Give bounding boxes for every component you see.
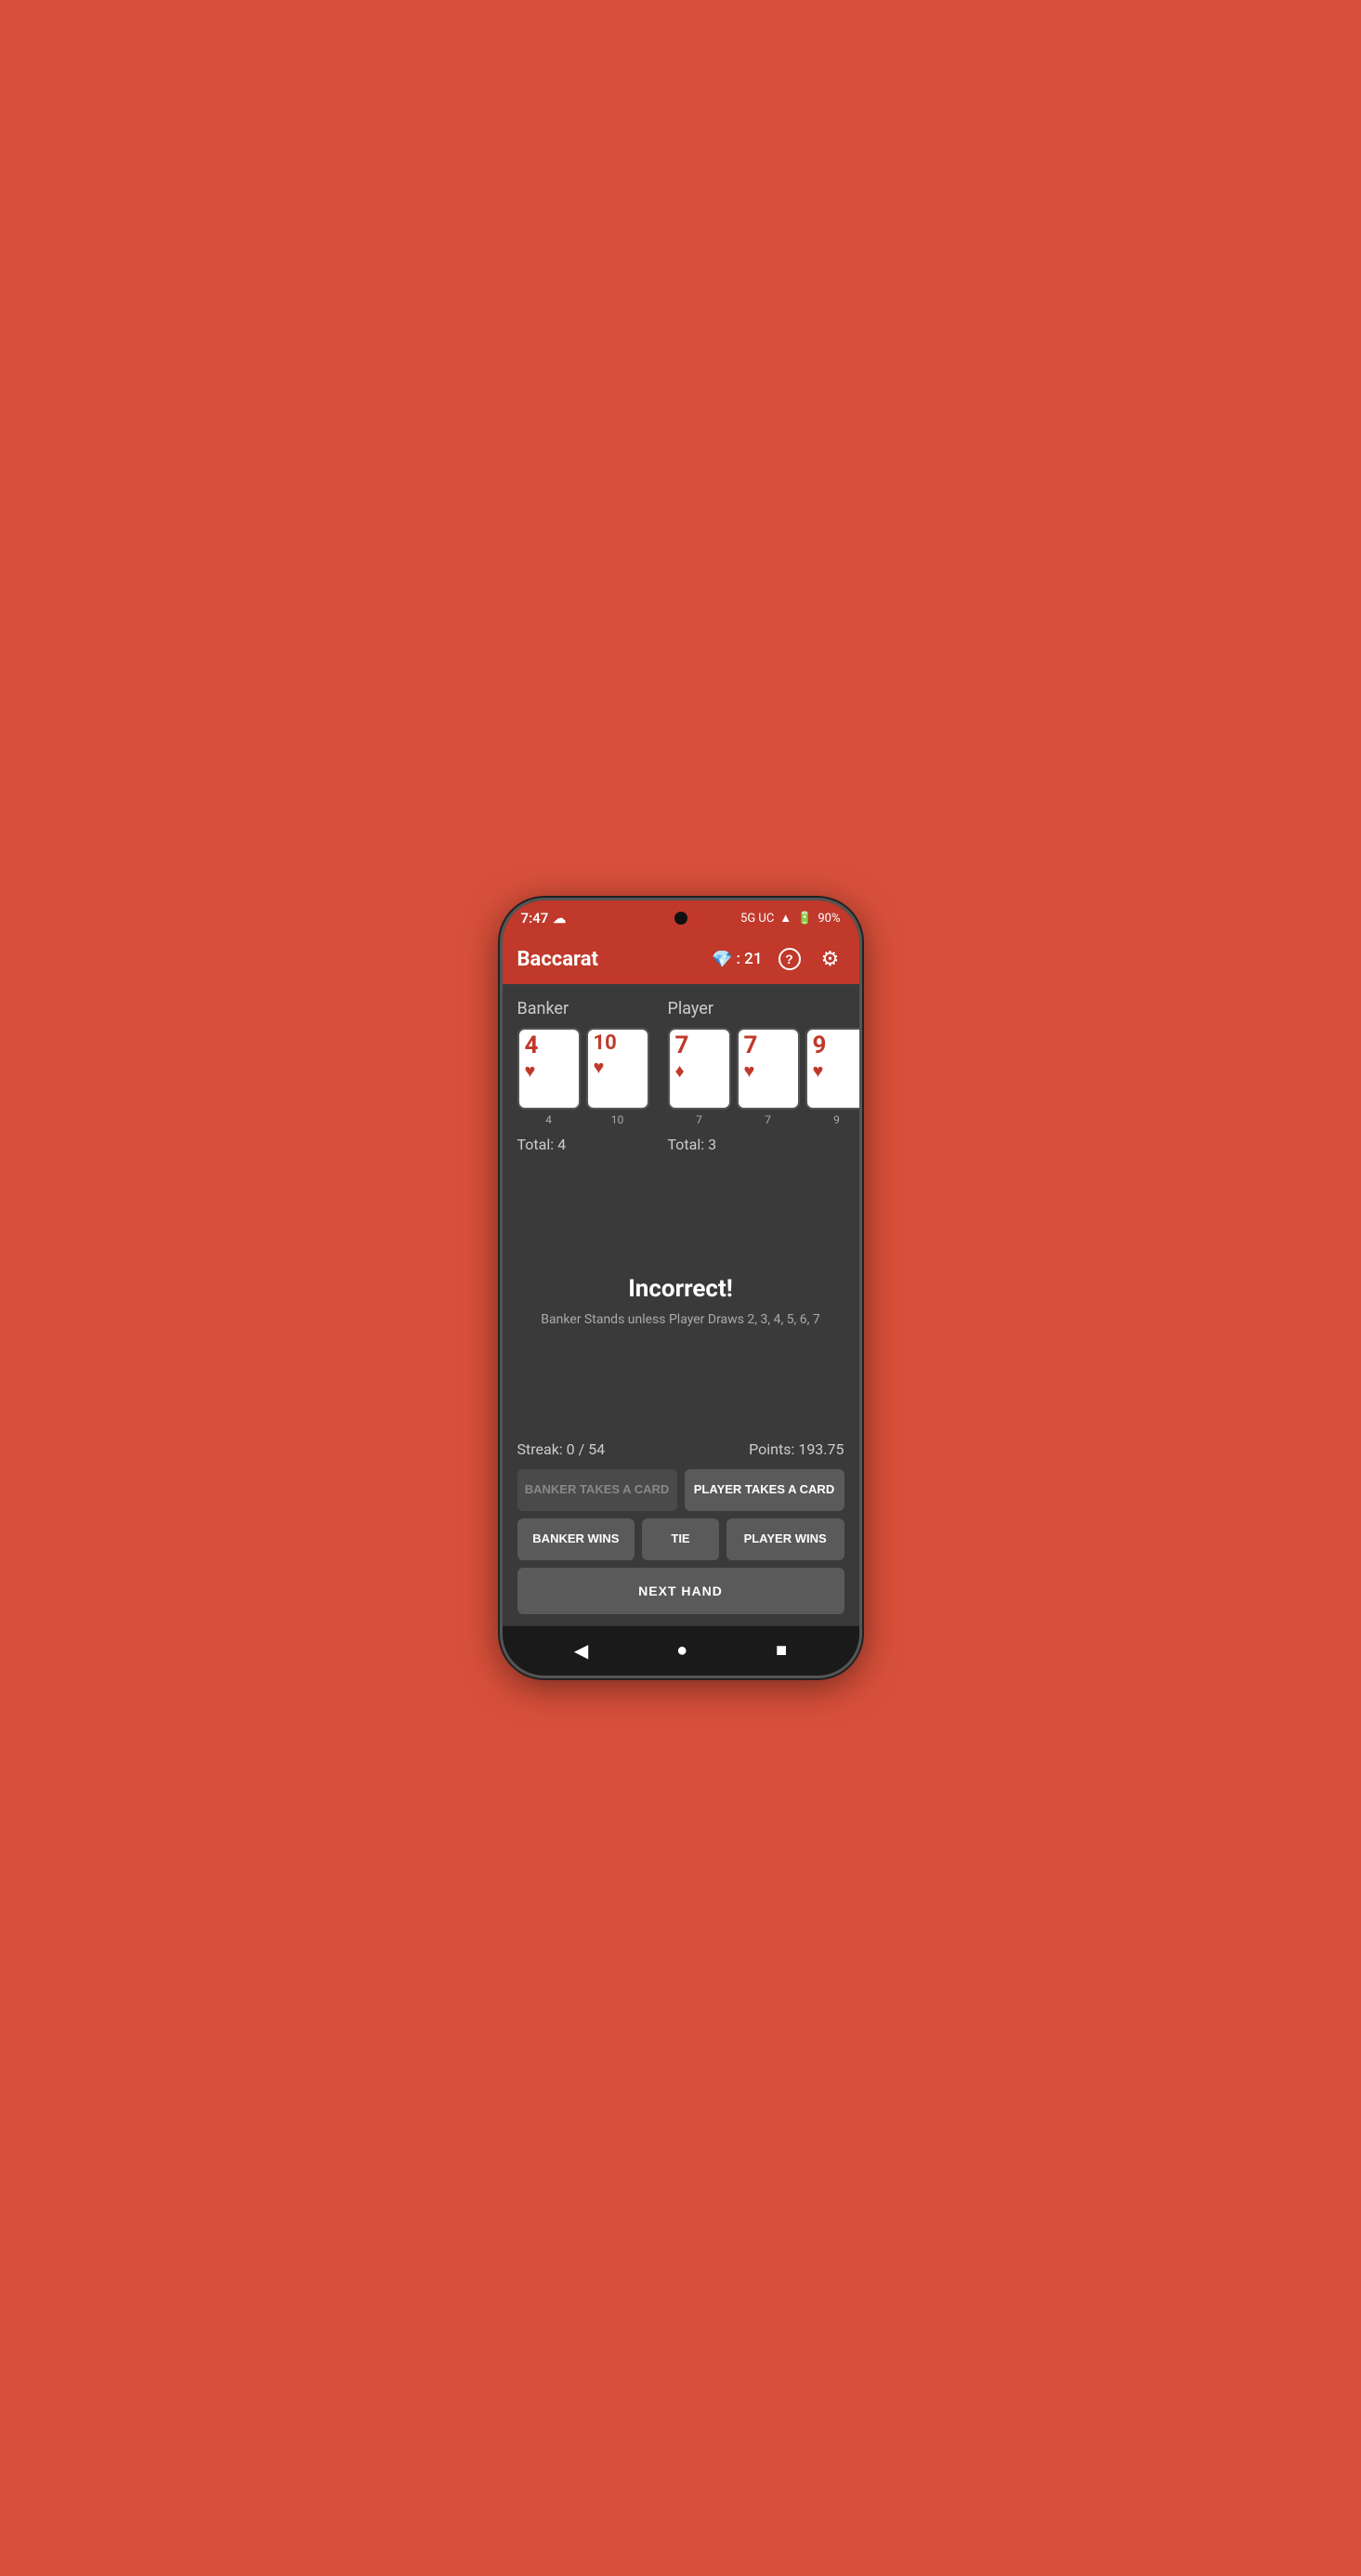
stats-row: Streak: 0 / 54 Points: 193.75 <box>517 1433 844 1458</box>
points-label: Points: 193.75 <box>749 1440 844 1458</box>
banker-card-2: 10 ♥ 10 <box>586 1028 649 1126</box>
outcome-buttons: BANKER WINS TIE PLAYER WINS <box>517 1518 844 1560</box>
banker-card-1: 4 ♥ 4 <box>517 1028 581 1126</box>
banker-total: Total: 4 <box>517 1136 649 1153</box>
result-area: Incorrect! Banker Stands unless Player D… <box>517 1168 844 1433</box>
banker-cards: 4 ♥ 4 10 ♥ 10 <box>517 1028 649 1126</box>
banker-card2-value: 10 <box>594 1033 617 1054</box>
player-card-3: 9 ♥ 9 <box>805 1028 859 1126</box>
banker-card2-number: 10 <box>586 1113 649 1126</box>
player-card3-suit: ♥ <box>813 1059 824 1083</box>
help-icon: ? <box>779 948 801 970</box>
nav-recent-button[interactable]: ■ <box>776 1640 787 1662</box>
help-button[interactable]: ? <box>776 945 804 973</box>
player-card2-value: 7 <box>744 1033 758 1058</box>
player-card1-value: 7 <box>675 1033 689 1058</box>
status-time: 7:47 <box>521 910 567 927</box>
player-takes-card-button[interactable]: PLAYER TAKES A CARD <box>685 1469 844 1511</box>
player-card1-number: 7 <box>668 1113 731 1126</box>
bottom-section: Streak: 0 / 54 Points: 193.75 BANKER TAK… <box>503 1433 859 1625</box>
player-card2-number: 7 <box>737 1113 800 1126</box>
app-bar: Baccarat 💎 : 21 ? ⚙ <box>503 934 859 984</box>
battery-label: 90% <box>818 912 840 926</box>
player-card2-suit: ♥ <box>744 1059 755 1083</box>
time-label: 7:47 <box>521 910 549 927</box>
network-label: 5G UC <box>740 912 774 926</box>
gem-icon: 💎 <box>712 950 732 969</box>
banker-label: Banker <box>517 999 649 1019</box>
phone-frame: 7:47 5G UC ▲ 🔋 90% Baccarat 💎 : 21 ? ⚙ <box>500 898 862 1678</box>
player-card3-number: 9 <box>805 1113 859 1126</box>
take-card-buttons: BANKER TAKES A CARD PLAYER TAKES A CARD <box>517 1469 844 1511</box>
banker-card1-number: 4 <box>517 1113 581 1126</box>
gem-label: : 21 <box>736 950 762 968</box>
banker-card2-suit: ♥ <box>594 1056 605 1079</box>
result-subtitle: Banker Stands unless Player Draws 2, 3, … <box>541 1312 819 1327</box>
player-card1-suit: ♦ <box>675 1059 685 1083</box>
player-label: Player <box>668 999 859 1019</box>
app-bar-right: 💎 : 21 ? ⚙ <box>712 945 844 973</box>
banker-card1-suit: ♥ <box>525 1059 536 1083</box>
streak-label: Streak: 0 / 54 <box>517 1440 606 1458</box>
cloud-icon <box>553 910 566 927</box>
banker-section: Banker 4 ♥ 4 10 ♥ 10 <box>517 999 649 1153</box>
status-bar: 7:47 5G UC ▲ 🔋 90% <box>503 900 859 934</box>
player-section: Player 7 ♦ 7 7 ♥ 7 <box>668 999 859 1153</box>
player-card-1: 7 ♦ 7 <box>668 1028 731 1126</box>
player-cards: 7 ♦ 7 7 ♥ 7 9 <box>668 1028 859 1126</box>
hands-row: Banker 4 ♥ 4 10 ♥ 10 <box>517 999 844 1153</box>
nav-bar: ◀ ● ■ <box>503 1625 859 1676</box>
camera-dot <box>674 912 687 925</box>
battery-icon: 🔋 <box>797 912 812 926</box>
camera-area <box>674 912 687 925</box>
gem-score: 💎 : 21 <box>712 950 762 969</box>
tie-button[interactable]: TIE <box>642 1518 718 1560</box>
app-title: Baccarat <box>517 948 598 971</box>
result-title: Incorrect! <box>628 1275 733 1303</box>
main-content: Banker 4 ♥ 4 10 ♥ 10 <box>503 984 859 1433</box>
banker-card1-value: 4 <box>525 1033 539 1058</box>
status-right: 5G UC ▲ 🔋 90% <box>740 911 840 926</box>
next-hand-button[interactable]: NEXT HAND <box>517 1568 844 1614</box>
settings-icon: ⚙ <box>821 947 840 971</box>
player-total: Total: 3 <box>668 1136 859 1153</box>
banker-wins-button[interactable]: BANKER WINS <box>517 1518 635 1560</box>
player-card-2: 7 ♥ 7 <box>737 1028 800 1126</box>
signal-icon: ▲ <box>779 911 792 926</box>
settings-button[interactable]: ⚙ <box>817 945 844 973</box>
player-wins-button[interactable]: PLAYER WINS <box>726 1518 844 1560</box>
nav-home-button[interactable]: ● <box>676 1640 687 1662</box>
banker-takes-card-button[interactable]: BANKER TAKES A CARD <box>517 1469 677 1511</box>
nav-back-button[interactable]: ◀ <box>574 1639 588 1663</box>
player-card3-value: 9 <box>813 1033 827 1058</box>
